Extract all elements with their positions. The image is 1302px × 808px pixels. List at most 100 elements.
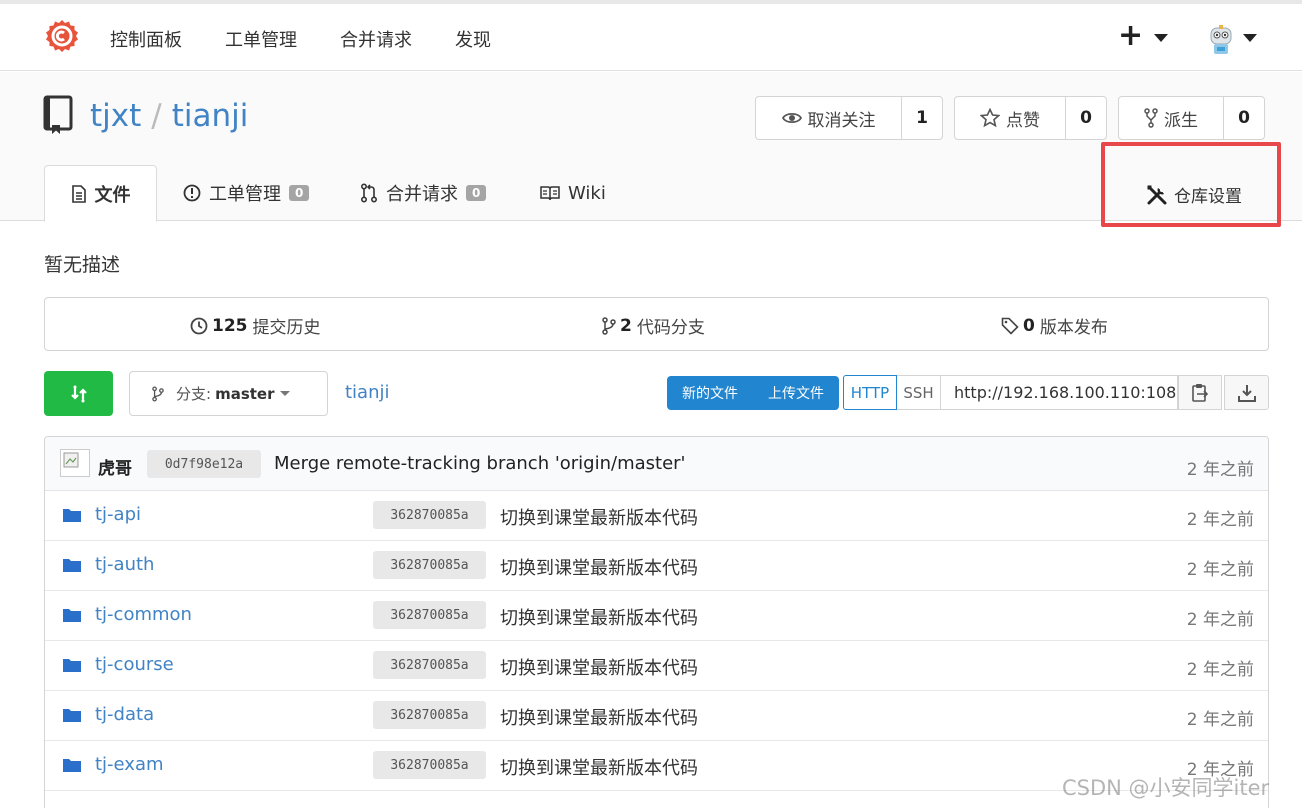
file-name-link[interactable]: tj-auth	[95, 554, 154, 575]
table-row: tj-data 362870085a 切换到课堂最新版本代码 2 年之前	[45, 691, 1268, 741]
watch-label-wrap[interactable]: 取消关注	[756, 97, 902, 139]
branch-icon	[152, 386, 164, 401]
repo-title: tjxt / tianji	[90, 98, 248, 134]
tab-wiki-label: Wiki	[568, 182, 606, 204]
branch-dropdown[interactable]: 分支: master	[129, 371, 328, 416]
tab-issues[interactable]: 工单管理 0	[183, 165, 310, 221]
create-caret-icon[interactable]	[1154, 34, 1168, 42]
branch-caret-icon	[280, 391, 291, 396]
nav-dashboard[interactable]: 控制面板	[110, 26, 182, 52]
star-icon	[980, 108, 1000, 128]
repo-stats-bar: 125 提交历史 2 代码分支 0 版本发布	[44, 297, 1269, 351]
broken-image-icon	[63, 452, 79, 468]
file-text-icon	[71, 184, 86, 203]
gogs-logo-icon[interactable]	[44, 18, 80, 54]
upload-file-button[interactable]: 上传文件	[753, 383, 839, 403]
file-commit-message[interactable]: 切换到课堂最新版本代码	[500, 504, 698, 530]
create-new-button[interactable]: +	[1118, 18, 1143, 54]
commit-author-avatar[interactable]	[60, 449, 90, 477]
fork-label: 派生	[1164, 110, 1198, 131]
star-count[interactable]: 0	[1066, 97, 1106, 139]
branches-link[interactable]: 2 代码分支	[602, 313, 705, 338]
folder-icon	[63, 609, 81, 622]
book-icon	[540, 186, 560, 201]
file-commit-time: 2 年之前	[1186, 610, 1254, 630]
user-avatar[interactable]	[1206, 24, 1236, 58]
file-commit-sha[interactable]: 362870085a	[373, 651, 486, 679]
branches-count: 2	[620, 315, 632, 336]
issue-opened-icon	[183, 184, 201, 202]
file-commit-time: 2 年之前	[1186, 660, 1254, 680]
branch-icon	[602, 316, 616, 335]
star-label-wrap[interactable]: 点赞	[955, 97, 1066, 139]
folder-icon	[63, 659, 81, 672]
nav-pulls[interactable]: 合并请求	[340, 26, 412, 52]
copy-url-button[interactable]	[1178, 375, 1222, 410]
latest-commit-row: 虎哥 0d7f98e12a Merge remote-tracking bran…	[45, 437, 1268, 491]
file-commit-message[interactable]: 切换到课堂最新版本代码	[500, 604, 698, 630]
watch-button[interactable]: 取消关注 1	[755, 96, 943, 140]
file-commit-sha[interactable]: 362870085a	[373, 701, 486, 729]
highlight-annotation-box	[1101, 142, 1281, 227]
tab-issues-count: 0	[289, 185, 310, 201]
tab-pulls-label: 合并请求	[386, 184, 458, 205]
file-commit-message[interactable]: 切换到课堂最新版本代码	[500, 754, 698, 780]
branches-label: 代码分支	[636, 318, 705, 338]
tab-files[interactable]: 文件	[44, 165, 157, 222]
table-row: tj-common 362870085a 切换到课堂最新版本代码 2 年之前	[45, 591, 1268, 641]
clone-ssh-button[interactable]: SSH	[897, 375, 941, 410]
folder-icon	[63, 559, 81, 572]
repo-name-link[interactable]: tianji	[172, 98, 249, 134]
table-row: tj-auth 362870085a 切换到课堂最新版本代码 2 年之前	[45, 541, 1268, 591]
file-commit-sha[interactable]: 362870085a	[373, 501, 486, 529]
download-button[interactable]	[1224, 375, 1269, 410]
commits-link[interactable]: 125 提交历史	[190, 313, 321, 338]
clone-url-input[interactable]: http://192.168.100.110:1080	[941, 375, 1178, 410]
user-menu-caret-icon[interactable]	[1243, 34, 1257, 42]
tab-wiki[interactable]: Wiki	[540, 165, 606, 221]
tab-pull-requests[interactable]: 合并请求 0	[360, 165, 487, 221]
fork-icon	[1144, 108, 1158, 128]
file-name-link[interactable]: tj-common	[95, 604, 192, 625]
file-commit-sha[interactable]: 362870085a	[373, 551, 486, 579]
repo-description: 暂无描述	[44, 254, 121, 276]
file-name-link[interactable]: tj-course	[95, 654, 174, 675]
releases-count: 0	[1023, 315, 1035, 336]
file-commit-message[interactable]: 切换到课堂最新版本代码	[500, 654, 698, 680]
commit-sha-label[interactable]: 0d7f98e12a	[147, 450, 261, 478]
commit-author[interactable]: 虎哥	[98, 454, 132, 479]
releases-link[interactable]: 0 版本发布	[1001, 313, 1108, 338]
clone-http-button[interactable]: HTTP	[843, 375, 897, 410]
tab-files-label: 文件	[94, 184, 131, 206]
table-row: tj-course 362870085a 切换到课堂最新版本代码 2 年之前	[45, 641, 1268, 691]
copy-clipboard-icon	[1192, 383, 1209, 402]
fork-button[interactable]: 派生 0	[1118, 96, 1265, 140]
repo-book-icon	[43, 95, 73, 134]
commits-label: 提交历史	[252, 318, 321, 338]
path-breadcrumb[interactable]: tianji	[345, 382, 390, 403]
file-name-link[interactable]: tj-data	[95, 704, 154, 725]
nav-issues[interactable]: 工单管理	[225, 26, 297, 52]
watch-count[interactable]: 1	[902, 97, 942, 139]
file-commit-message[interactable]: 切换到课堂最新版本代码	[500, 704, 698, 730]
commit-message[interactable]: Merge remote-tracking branch 'origin/mas…	[274, 453, 686, 474]
tag-icon	[1001, 317, 1019, 335]
file-commit-message[interactable]: 切换到课堂最新版本代码	[500, 554, 698, 580]
fork-count[interactable]: 0	[1224, 97, 1264, 139]
new-file-button[interactable]: 新的文件	[667, 383, 753, 403]
branch-name: master	[215, 384, 275, 403]
repo-owner-link[interactable]: tjxt	[90, 98, 141, 134]
compare-button[interactable]	[44, 371, 113, 416]
file-name-link[interactable]: tj-api	[95, 504, 141, 525]
file-commit-time: 2 年之前	[1186, 710, 1254, 730]
file-name-link[interactable]: tj-exam	[95, 754, 164, 775]
commit-time: 2 年之前	[1186, 460, 1254, 480]
folder-icon	[63, 709, 81, 722]
nav-explore[interactable]: 发现	[455, 26, 491, 52]
star-button[interactable]: 点赞 0	[954, 96, 1107, 140]
file-commit-sha[interactable]: 362870085a	[373, 751, 486, 779]
history-icon	[190, 317, 208, 334]
fork-label-wrap[interactable]: 派生	[1119, 97, 1224, 139]
file-commit-sha[interactable]: 362870085a	[373, 601, 486, 629]
releases-label: 版本发布	[1039, 318, 1108, 338]
